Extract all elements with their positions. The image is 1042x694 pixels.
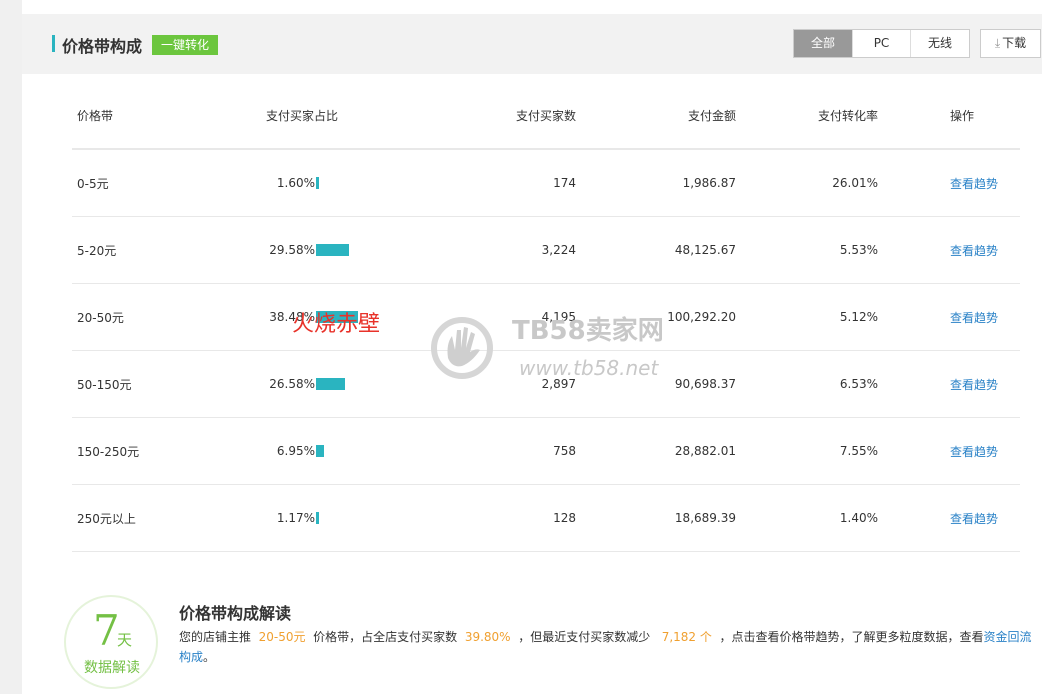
rate-cell: 6.53% xyxy=(839,377,878,391)
red-watermark-text: 火烧赤壁 xyxy=(292,312,381,337)
ratio-bar-cell xyxy=(316,485,319,551)
price-cell: 0-5元 xyxy=(77,176,109,191)
view-trend-link[interactable]: 查看趋势 xyxy=(950,150,998,216)
amount-cell: 48,125.67 xyxy=(674,243,736,257)
view-trend-link[interactable]: 查看趋势 xyxy=(950,351,998,417)
ratio-cell: 1.60% xyxy=(276,176,315,190)
panel-header: 价格带构成 一键转化 全部 PC 无线 ⤓ 下载 xyxy=(22,14,1042,74)
buyers-cell: 3,224 xyxy=(541,243,576,257)
ratio-bar-cell xyxy=(316,217,349,283)
buyers-cell: 128 xyxy=(553,511,576,525)
analysis-text: 您的店铺主推 20-50元 价格带，占全店支付买家数 39.80% ，但最近支付… xyxy=(179,627,1039,667)
table-header-row: 价格带 支付买家占比 支付买家数 支付金额 支付转化率 操作 xyxy=(72,82,1020,150)
ratio-bar xyxy=(316,512,319,524)
badge-number: 7 xyxy=(93,606,120,655)
one-click-convert-button[interactable]: 一键转化 xyxy=(152,35,219,55)
ratio-cell: 6.95% xyxy=(276,444,315,458)
analysis-title: 价格带构成解读 xyxy=(179,604,292,623)
col-ratio: 支付买家占比 xyxy=(266,108,339,123)
ratio-bar-cell xyxy=(316,351,346,417)
col-price: 价格带 xyxy=(77,108,114,123)
analysis-text-part: ，点击查看价格带趋势，了解更多粒度数据，查看 xyxy=(719,630,984,644)
price-cell: 150-250元 xyxy=(77,444,140,459)
download-icon: ⤓ xyxy=(994,36,1001,50)
download-button[interactable]: ⤓ 下载 xyxy=(980,29,1041,58)
rate-cell: 5.53% xyxy=(839,243,878,257)
view-trend-link[interactable]: 查看趋势 xyxy=(950,418,998,484)
buyers-cell: 174 xyxy=(553,176,576,190)
download-label: 下载 xyxy=(1002,36,1027,50)
amount-cell: 1,986.87 xyxy=(682,176,736,190)
ratio-cell: 29.58% xyxy=(269,243,315,257)
segment-wireless[interactable]: 无线 xyxy=(911,30,969,57)
segment-pc[interactable]: PC xyxy=(853,30,911,57)
watermark-brand: TB58卖家网 xyxy=(512,316,664,346)
col-rate: 支付转化率 xyxy=(817,108,878,123)
watermark-url: www.tb58.net xyxy=(519,356,659,380)
badge-day: 天 xyxy=(117,631,133,649)
highlight-price-band: 20-50元 xyxy=(258,630,306,644)
panel-title: 价格带构成 xyxy=(62,37,143,56)
ratio-bar-cell xyxy=(316,418,324,484)
analysis-text-part: 价格带，占全店支付买家数 xyxy=(313,630,458,644)
table-row: 250元以上 1.17% 128 18,689.39 1.40% 查看趋势 xyxy=(72,485,1020,552)
price-cell: 20-50元 xyxy=(77,310,124,325)
price-cell: 50-150元 xyxy=(77,377,132,392)
ratio-bar xyxy=(316,378,346,390)
rate-cell: 26.01% xyxy=(832,176,878,190)
price-cell: 250元以上 xyxy=(77,511,136,526)
view-trend-link[interactable]: 查看趋势 xyxy=(950,485,998,551)
ratio-bar xyxy=(316,177,319,189)
analysis-section: 7 天 数据解读 价格带构成解读 您的店铺主推 20-50元 价格带，占全店支付… xyxy=(22,570,1042,694)
device-segment-control: 全部 PC 无线 xyxy=(793,29,970,58)
amount-cell: 18,689.39 xyxy=(674,511,736,525)
price-band-panel: 价格带构成 一键转化 全部 PC 无线 ⤓ 下载 价格带 支付买家占比 支付买家数… xyxy=(22,0,1042,694)
table-row: 5-20元 29.58% 3,224 48,125.67 5.53% 查看趋势 xyxy=(72,217,1020,284)
table-row: 0-5元 1.60% 174 1,986.87 26.01% 查看趋势 xyxy=(72,150,1020,217)
badge-subtitle: 数据解读 xyxy=(84,660,140,676)
table-row: 150-250元 6.95% 758 28,882.01 7.55% 查看趋势 xyxy=(72,418,1020,485)
ratio-bar xyxy=(316,445,324,457)
view-trend-link[interactable]: 查看趋势 xyxy=(950,217,998,283)
highlight-buyer-decrease: 7,182 个 xyxy=(661,630,712,644)
price-cell: 5-20元 xyxy=(77,243,117,258)
ratio-bar-cell xyxy=(316,150,319,216)
ratio-cell: 26.58% xyxy=(269,377,315,391)
title-accent-bar xyxy=(52,35,55,52)
ratio-bar xyxy=(316,244,349,256)
left-strip xyxy=(0,0,22,694)
highlight-buyer-share: 39.80% xyxy=(464,630,511,644)
buyers-cell: 758 xyxy=(553,444,576,458)
seven-day-badge: 7 天 数据解读 xyxy=(64,595,158,689)
analysis-text-part: ，但最近支付买家数减少 xyxy=(518,630,651,644)
amount-cell: 28,882.01 xyxy=(674,444,736,458)
view-trend-link[interactable]: 查看趋势 xyxy=(950,284,998,350)
analysis-text-part: 您的店铺主推 xyxy=(179,630,252,644)
ratio-cell: 1.17% xyxy=(276,511,315,525)
segment-all[interactable]: 全部 xyxy=(794,30,853,57)
watermark-hand-logo-icon xyxy=(431,317,493,379)
rate-cell: 5.12% xyxy=(839,310,878,324)
rate-cell: 7.55% xyxy=(839,444,878,458)
analysis-text-part: 。 xyxy=(203,650,216,664)
col-amount: 支付金额 xyxy=(687,108,736,123)
col-op: 操作 xyxy=(950,108,975,123)
rate-cell: 1.40% xyxy=(839,511,878,525)
col-buyers: 支付买家数 xyxy=(515,108,576,123)
